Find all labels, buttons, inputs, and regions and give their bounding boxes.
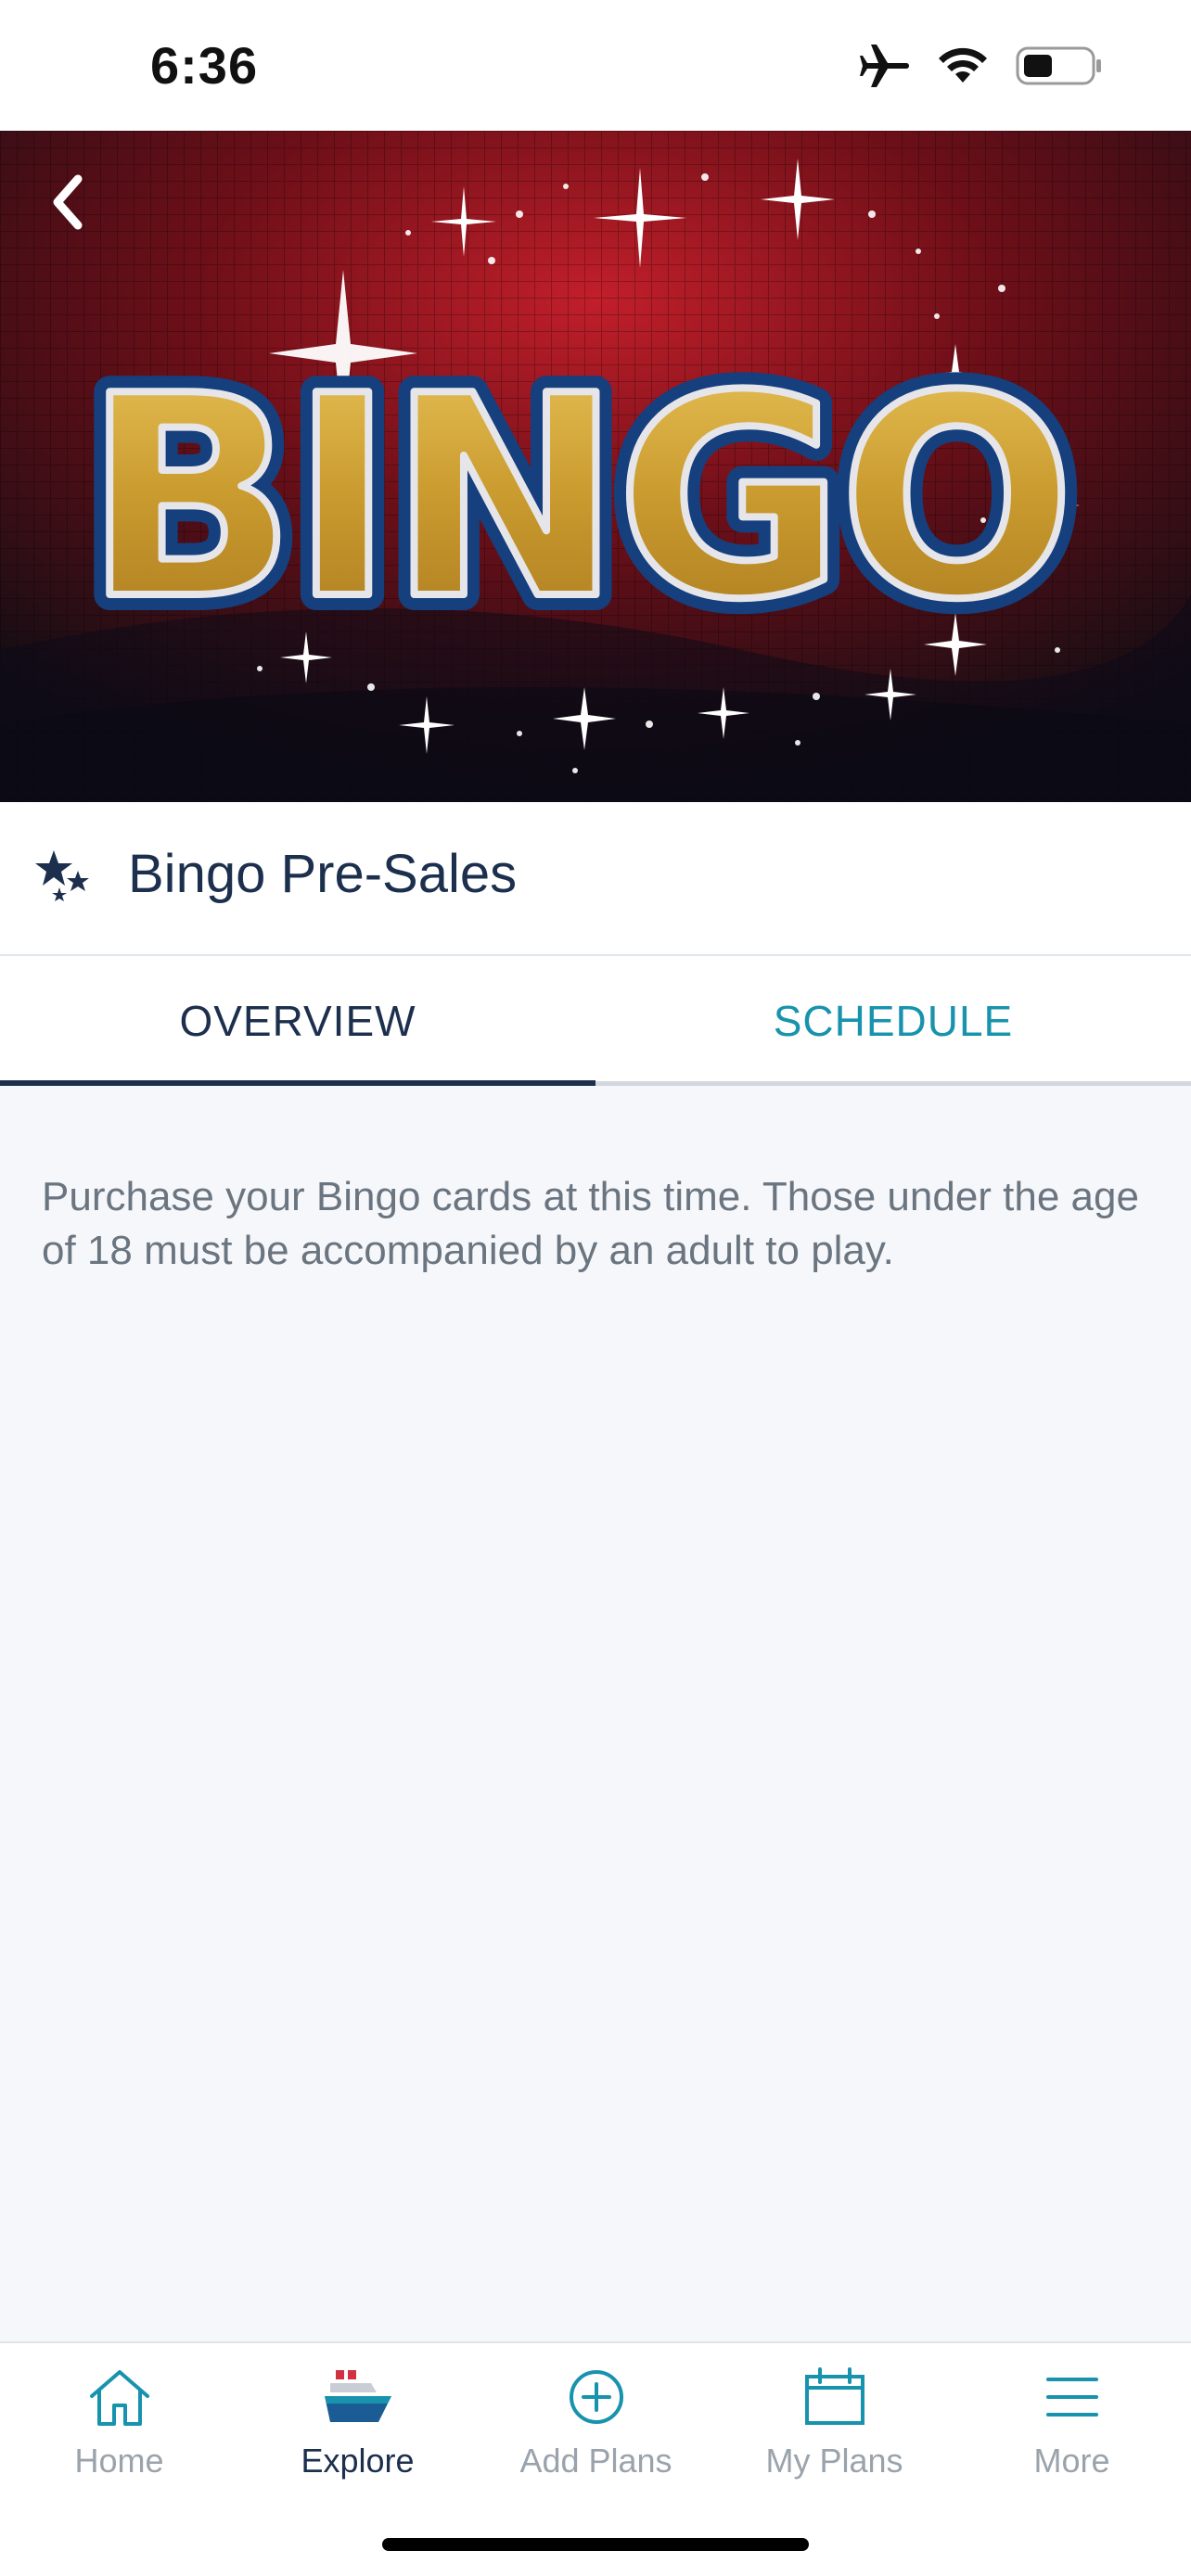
segmented-tabs: OVERVIEW SCHEDULE <box>0 956 1191 1086</box>
tabbar-explore-label: Explore <box>301 2442 415 2480</box>
back-button[interactable] <box>37 167 96 241</box>
home-indicator <box>382 2538 809 2551</box>
overview-description: Purchase your Bingo cards at this time. … <box>42 1174 1139 1273</box>
menu-icon <box>1044 2374 1100 2425</box>
hero-image: BINGO BINGO <box>0 131 1191 802</box>
calendar-icon <box>803 2366 866 2431</box>
status-icons <box>860 43 1103 94</box>
ship-icon <box>323 2366 393 2432</box>
chevron-left-icon <box>48 173 85 236</box>
event-header: Bingo Pre-Sales <box>0 802 1191 956</box>
plus-circle-icon <box>567 2367 626 2431</box>
tabbar-add-plans-label: Add Plans <box>519 2442 672 2480</box>
tabbar-explore[interactable]: Explore <box>238 2343 477 2510</box>
tabbar-home-label: Home <box>74 2442 164 2480</box>
tab-schedule[interactable]: SCHEDULE <box>596 956 1191 1086</box>
tabbar-more-label: More <box>1033 2442 1110 2480</box>
page-title: Bingo Pre-Sales <box>128 844 518 904</box>
tabbar-my-plans-label: My Plans <box>765 2442 903 2480</box>
status-time: 6:36 <box>150 36 259 95</box>
tabbar-home[interactable]: Home <box>0 2343 238 2510</box>
active-tab-indicator <box>0 1080 596 1086</box>
wifi-icon <box>936 45 990 91</box>
tab-overview[interactable]: OVERVIEW <box>0 956 596 1086</box>
battery-icon <box>1016 45 1103 91</box>
tabbar-my-plans[interactable]: My Plans <box>715 2343 954 2510</box>
airplane-mode-icon <box>860 43 910 94</box>
tabbar-more[interactable]: More <box>953 2343 1191 2510</box>
svg-text:BINGO: BINGO <box>84 337 1070 660</box>
tab-divider <box>596 1081 1191 1086</box>
stars-icon <box>35 847 95 911</box>
tabbar-add-plans[interactable]: Add Plans <box>477 2343 715 2510</box>
status-bar: 6:36 <box>0 0 1191 131</box>
home-icon <box>86 2366 153 2432</box>
